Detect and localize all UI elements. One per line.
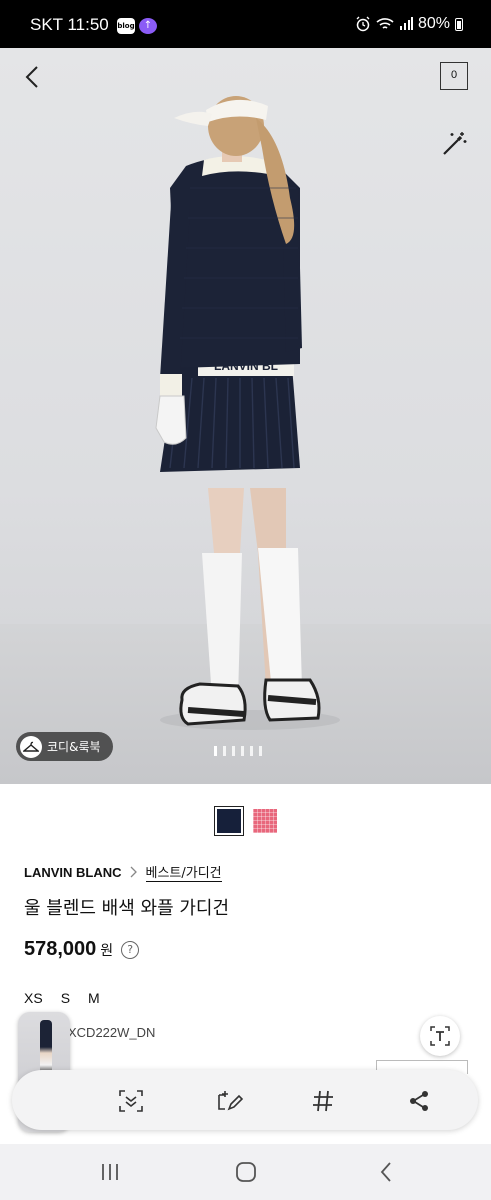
brand-link[interactable]: LANVIN BLANC — [24, 865, 122, 880]
recent-apps-button[interactable] — [98, 1160, 122, 1184]
color-swatches — [214, 806, 277, 836]
carousel-dot — [223, 746, 226, 756]
currency-label: 원 — [100, 942, 114, 959]
carousel-dot — [214, 746, 217, 756]
upload-notification-icon: ↑ — [139, 18, 157, 34]
signal-icon — [399, 17, 413, 30]
model-photo: LANVIN BL — [155, 96, 340, 730]
color-swatch-navy[interactable] — [214, 806, 244, 836]
hanger-icon — [20, 735, 42, 758]
product-price: 578,000 — [24, 938, 97, 960]
category-link[interactable]: 베스트/가디건 — [145, 862, 222, 882]
battery-percent: 80% — [417, 15, 450, 32]
recent-apps-icon — [102, 1164, 118, 1180]
size-option[interactable]: M — [88, 990, 100, 1006]
home-icon — [236, 1162, 256, 1182]
wifi-icon — [376, 18, 394, 29]
tag-button[interactable] — [308, 1086, 338, 1116]
back-nav-button[interactable] — [374, 1160, 398, 1184]
draw-button[interactable] — [214, 1086, 244, 1116]
carousel-indicator — [214, 746, 262, 756]
product-sku: XCD222W_DN — [68, 1025, 156, 1040]
codi-lookbook-label: 코디&룩북 — [47, 740, 101, 754]
help-icon[interactable]: ? — [121, 940, 140, 959]
text-recognition-icon — [430, 1026, 450, 1046]
chevron-right-icon — [130, 866, 137, 878]
system-nav-bar — [0, 1144, 491, 1200]
size-list: XS S M — [24, 990, 100, 1006]
breadcrumb: LANVIN BLANC 베스트/가디건 — [24, 862, 222, 882]
product-title: 울 블렌드 배색 와플 가디건 — [24, 898, 230, 919]
magic-wand-icon — [443, 132, 467, 155]
share-button[interactable] — [404, 1086, 434, 1116]
status-right: 80% — [355, 15, 463, 33]
carousel-dot — [241, 746, 244, 756]
status-time: SKT 11:50 — [30, 15, 109, 34]
chevron-left-icon — [25, 66, 38, 88]
size-option[interactable]: XS — [24, 990, 43, 1006]
price-row: 578,000 원 ? — [24, 938, 140, 961]
scroll-capture-button[interactable] — [116, 1086, 146, 1116]
share-icon — [410, 1091, 428, 1111]
magic-wand-button[interactable] — [440, 130, 468, 158]
text-extract-button[interactable] — [420, 1016, 460, 1056]
carousel-dot — [250, 746, 253, 756]
blog-notification-icon: blog — [117, 18, 135, 34]
hashtag-icon — [313, 1090, 333, 1112]
cart-button[interactable]: 0 — [440, 62, 468, 90]
carousel-dot — [232, 746, 235, 756]
color-swatch-pink[interactable] — [253, 809, 277, 833]
back-button[interactable] — [20, 64, 44, 90]
back-icon — [380, 1162, 391, 1182]
edit-icon — [218, 1091, 243, 1111]
scan-icon — [119, 1090, 143, 1112]
codi-lookbook-button[interactable]: 코디&룩북 — [16, 732, 113, 761]
size-option[interactable]: S — [61, 990, 70, 1006]
screenshot-toolbar — [12, 1070, 478, 1130]
carousel-dot — [259, 746, 262, 756]
status-bar: SKT 11:50 blog ↑ 80% — [0, 0, 491, 48]
battery-icon — [455, 17, 463, 31]
product-image-carousel[interactable]: LANVIN BL 0 코디&룩북 — [0, 48, 491, 784]
home-button[interactable] — [234, 1160, 258, 1184]
alarm-icon — [356, 16, 370, 32]
